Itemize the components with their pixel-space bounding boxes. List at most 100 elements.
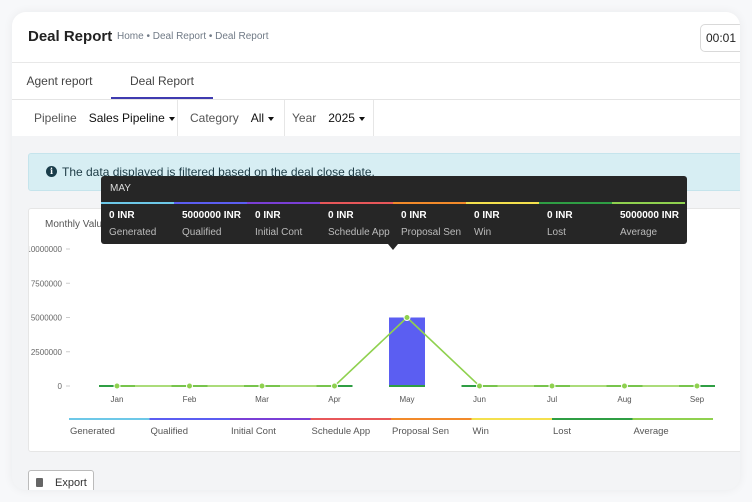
app-window: Deal Report Home • Deal Report • Deal Re… bbox=[12, 12, 740, 490]
y-tick-label: 0 bbox=[58, 382, 63, 391]
legend-label: Qualified bbox=[151, 426, 189, 437]
info-icon: i bbox=[46, 166, 57, 177]
year-label: Year bbox=[292, 111, 317, 125]
x-tick-label: Jul bbox=[547, 395, 557, 404]
average-point bbox=[258, 382, 266, 390]
x-tick-label: Aug bbox=[617, 395, 631, 404]
tooltip-series-name: Average bbox=[620, 227, 658, 238]
tab-deal-report[interactable]: Deal Report bbox=[111, 63, 213, 99]
legend-label: Proposal Sen bbox=[392, 426, 449, 437]
timer-display: 00:01 bbox=[700, 24, 740, 52]
tooltip-color-bar bbox=[320, 202, 393, 204]
export-label: Export bbox=[55, 477, 87, 489]
average-point bbox=[186, 382, 193, 390]
legend-color-bar bbox=[391, 418, 472, 420]
tooltip-color-bar bbox=[101, 202, 174, 204]
legend-label: Schedule App bbox=[312, 426, 371, 437]
tooltip-series-name: Lost bbox=[547, 227, 566, 238]
tooltip-item: 0 INR Lost bbox=[539, 202, 612, 244]
filter-bar: Pipeline Sales Pipeline Category All Year 2… bbox=[12, 100, 740, 136]
legend-color-bar bbox=[471, 418, 552, 420]
x-tick-label: Apr bbox=[328, 395, 341, 404]
legend-color-bar bbox=[310, 418, 391, 420]
file-icon bbox=[36, 478, 43, 487]
tooltip-color-bar bbox=[174, 202, 247, 204]
tooltip-series-name: Qualified bbox=[182, 227, 222, 238]
tooltip-series-name: Schedule App bbox=[328, 227, 390, 238]
x-tick-label: Sep bbox=[690, 395, 705, 404]
average-point bbox=[621, 382, 628, 390]
legend-label: Win bbox=[473, 426, 489, 437]
tooltip-title: MAY bbox=[110, 183, 131, 194]
legend-label: Generated bbox=[70, 426, 115, 437]
year-dropdown[interactable]: 2025 bbox=[328, 111, 355, 125]
average-point bbox=[548, 382, 556, 390]
y-tick-label: 5000000 bbox=[31, 314, 63, 323]
legend-color-bar bbox=[632, 418, 713, 420]
export-button[interactable]: Export bbox=[28, 470, 94, 490]
category-filter[interactable]: Category All bbox=[178, 100, 285, 136]
average-point bbox=[403, 314, 411, 321]
x-tick-label: Feb bbox=[183, 395, 197, 404]
chart-tooltip: MAY 0 INR Generated 5000000 INR Qualified 0 … bbox=[101, 176, 687, 250]
legend-color-bar bbox=[230, 418, 311, 420]
tooltip-series-name: Win bbox=[474, 227, 492, 238]
tooltip-color-bar bbox=[466, 202, 539, 204]
tooltip-item: 0 INR Initial Cont bbox=[247, 202, 320, 244]
x-tick-label: Mar bbox=[255, 395, 269, 404]
legend-label: Initial Cont bbox=[231, 426, 276, 437]
x-tick-label: May bbox=[399, 395, 414, 404]
breadcrumb[interactable]: Home • Deal Report • Deal Report bbox=[117, 31, 269, 42]
legend-label: Average bbox=[634, 426, 669, 437]
average-point bbox=[693, 382, 701, 390]
tooltip-value: 0 INR bbox=[109, 210, 135, 221]
chevron-down-icon bbox=[268, 116, 275, 121]
y-tick-label: 10000000 bbox=[29, 245, 63, 254]
tooltip-items: 0 INR Generated 5000000 INR Qualified 0 INR I… bbox=[101, 202, 687, 244]
y-tick-label: 2500000 bbox=[31, 348, 63, 357]
tooltip-series-name: Generated bbox=[109, 227, 157, 238]
tooltip-value: 0 INR bbox=[328, 210, 354, 221]
tooltip-color-bar bbox=[539, 202, 612, 204]
x-tick-label: Jun bbox=[473, 395, 486, 404]
average-point bbox=[113, 382, 121, 390]
category-dropdown[interactable]: All bbox=[251, 111, 264, 125]
y-tick-label: 7500000 bbox=[31, 279, 63, 288]
tooltip-item: 0 INR Schedule App bbox=[320, 202, 393, 244]
x-tick-label: Jan bbox=[111, 395, 124, 404]
tooltip-pointer bbox=[388, 244, 398, 250]
legend-label: Lost bbox=[553, 426, 571, 437]
zero-bar-stub bbox=[389, 385, 425, 387]
tooltip-item: 0 INR Generated bbox=[101, 202, 174, 244]
tooltip-value: 5000000 INR bbox=[620, 210, 679, 221]
tooltip-color-bar bbox=[612, 202, 685, 204]
tooltip-color-bar bbox=[247, 202, 320, 204]
category-label: Category bbox=[190, 111, 239, 125]
bar-qualified bbox=[389, 317, 425, 386]
pipeline-dropdown[interactable]: Sales Pipeline bbox=[89, 111, 165, 125]
page-title: Deal Report bbox=[28, 28, 113, 45]
tooltip-item: 5000000 INR Qualified bbox=[174, 202, 247, 244]
monthly-value-chart: 0 2500000 5000000 7500000 10000000 Jan Feb Mar A… bbox=[29, 245, 715, 437]
chart-card: Monthly Value Ce 0 2500000 5000000 7500000 1… bbox=[28, 208, 740, 452]
tooltip-value: 0 INR bbox=[255, 210, 281, 221]
legend-color-bar bbox=[552, 418, 633, 420]
tooltip-value: 0 INR bbox=[474, 210, 500, 221]
average-point bbox=[331, 382, 338, 390]
tooltip-value: 0 INR bbox=[401, 210, 427, 221]
tooltip-series-name: Initial Cont bbox=[255, 227, 303, 238]
average-point bbox=[476, 382, 483, 390]
legend-color-bar bbox=[69, 418, 150, 420]
tooltip-item: 0 INR Proposal Sen bbox=[393, 202, 466, 244]
chevron-down-icon bbox=[168, 116, 175, 121]
legend-color-bar bbox=[149, 418, 230, 420]
page-header: Deal Report Home • Deal Report • Deal Re… bbox=[12, 12, 740, 63]
pipeline-label: Pipeline bbox=[34, 111, 77, 125]
report-tabs: Agent report Deal Report bbox=[12, 63, 740, 100]
pipeline-filter[interactable]: Pipeline Sales Pipeline bbox=[12, 100, 178, 136]
tooltip-value: 5000000 INR bbox=[182, 210, 241, 221]
year-filter[interactable]: Year 2025 bbox=[285, 100, 374, 136]
tooltip-item: 0 INR Win bbox=[466, 202, 539, 244]
tab-agent-report[interactable]: Agent report bbox=[12, 63, 107, 99]
tooltip-value: 0 INR bbox=[547, 210, 573, 221]
